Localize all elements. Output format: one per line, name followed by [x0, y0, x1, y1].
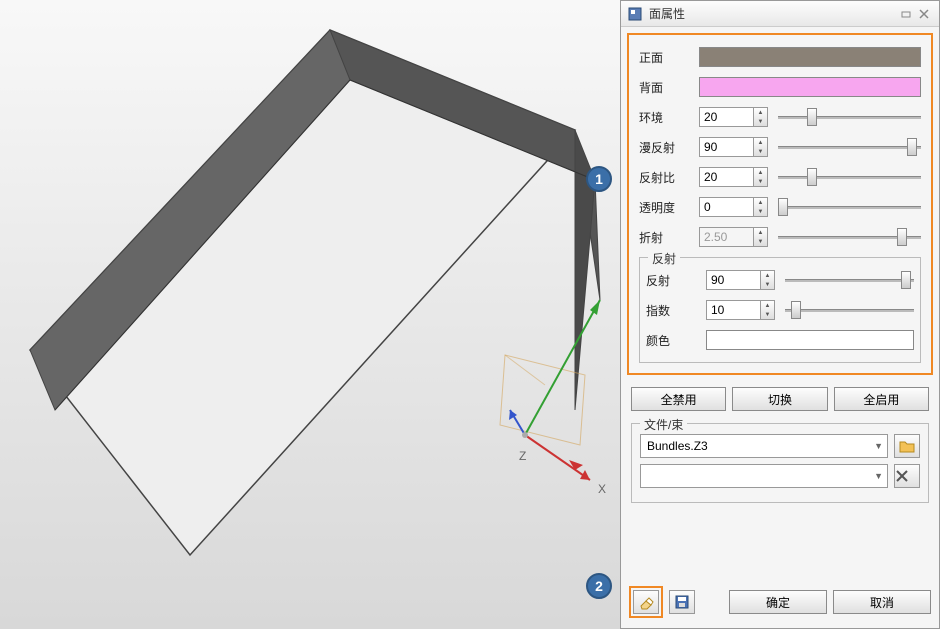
- panel-title: 面属性: [649, 5, 897, 22]
- folder-icon: [899, 439, 915, 453]
- face-properties-panel: 面属性 正面 背面 环境 20 ▲▼ 漫反射 90 ▲▼: [620, 0, 940, 629]
- reflection-color-swatch[interactable]: [706, 330, 914, 350]
- axis-label-x: X: [598, 482, 606, 496]
- panel-close-button[interactable]: [915, 6, 933, 22]
- toggle-button-row: 全禁用 切换 全启用: [631, 387, 929, 411]
- axis-label-z: Z: [519, 449, 526, 463]
- bottom-action-row: 确定 取消: [629, 586, 931, 618]
- label-back-face: 背面: [639, 79, 699, 96]
- browse-folder-button[interactable]: [894, 434, 920, 458]
- label-refraction: 折射: [639, 229, 699, 246]
- panel-icon: [627, 6, 643, 22]
- toggle-button[interactable]: 切换: [732, 387, 827, 411]
- label-diffuse: 漫反射: [639, 139, 699, 156]
- label-front-face: 正面: [639, 49, 699, 66]
- index-spinner[interactable]: ▲▼: [761, 300, 775, 320]
- enable-all-button[interactable]: 全启用: [834, 387, 929, 411]
- cancel-button[interactable]: 取消: [833, 590, 931, 614]
- chevron-down-icon: ▼: [874, 471, 883, 481]
- label-ambient: 环境: [639, 109, 699, 126]
- ambient-spinner[interactable]: ▲▼: [754, 107, 768, 127]
- label-transparency: 透明度: [639, 199, 699, 216]
- callout-2: 2: [586, 573, 612, 599]
- transparency-slider[interactable]: [778, 197, 921, 217]
- refraction-spinner[interactable]: ▲▼: [754, 227, 768, 247]
- close-icon: [895, 469, 919, 483]
- secondary-combo[interactable]: ▼: [640, 464, 888, 488]
- callout-1: 1: [586, 166, 612, 192]
- reflection-group-legend: 反射: [648, 250, 680, 267]
- back-face-color-swatch[interactable]: [699, 77, 921, 97]
- properties-section: 正面 背面 环境 20 ▲▼ 漫反射 90 ▲▼ 反射比 20 ▲▼: [627, 33, 933, 375]
- reflection-input[interactable]: 90: [706, 270, 761, 290]
- floppy-disk-icon: [674, 594, 690, 610]
- reflectance-spinner[interactable]: ▲▼: [754, 167, 768, 187]
- reflection-group: 反射 反射 90 ▲▼ 指数 10 ▲▼ 颜色: [639, 257, 921, 363]
- panel-undock-button[interactable]: [897, 6, 915, 22]
- refraction-slider[interactable]: [778, 227, 921, 247]
- label-reflectance: 反射比: [639, 169, 699, 186]
- ambient-input[interactable]: 20: [699, 107, 754, 127]
- eraser-button[interactable]: [633, 590, 659, 614]
- reflection-spinner[interactable]: ▲▼: [761, 270, 775, 290]
- front-face-color-swatch[interactable]: [699, 47, 921, 67]
- transparency-input[interactable]: 0: [699, 197, 754, 217]
- chevron-down-icon: ▼: [874, 441, 883, 451]
- ok-button[interactable]: 确定: [729, 590, 827, 614]
- file-bundle-legend: 文件/束: [640, 416, 687, 433]
- disable-all-button[interactable]: 全禁用: [631, 387, 726, 411]
- refraction-input: 2.50: [699, 227, 754, 247]
- label-reflection-color: 颜色: [646, 332, 706, 349]
- cube-geometry: [0, 0, 620, 629]
- diffuse-slider[interactable]: [778, 137, 921, 157]
- index-slider[interactable]: [785, 300, 914, 320]
- bundle-combo[interactable]: Bundles.Z3 ▼: [640, 434, 888, 458]
- reflectance-input[interactable]: 20: [699, 167, 754, 187]
- panel-titlebar: 面属性: [621, 1, 939, 27]
- label-reflection: 反射: [646, 272, 706, 289]
- diffuse-input[interactable]: 90: [699, 137, 754, 157]
- file-bundle-group: 文件/束 Bundles.Z3 ▼ ▼: [631, 423, 929, 503]
- save-button[interactable]: [669, 590, 695, 614]
- label-index: 指数: [646, 302, 706, 319]
- ambient-slider[interactable]: [778, 107, 921, 127]
- highlighted-eraser-frame: [629, 586, 663, 618]
- reflectance-slider[interactable]: [778, 167, 921, 187]
- diffuse-spinner[interactable]: ▲▼: [754, 137, 768, 157]
- clear-button[interactable]: [894, 464, 920, 488]
- transparency-spinner[interactable]: ▲▼: [754, 197, 768, 217]
- reflection-slider[interactable]: [785, 270, 914, 290]
- viewport-3d[interactable]: X Z: [0, 0, 620, 629]
- index-input[interactable]: 10: [706, 300, 761, 320]
- eraser-icon: [638, 594, 654, 610]
